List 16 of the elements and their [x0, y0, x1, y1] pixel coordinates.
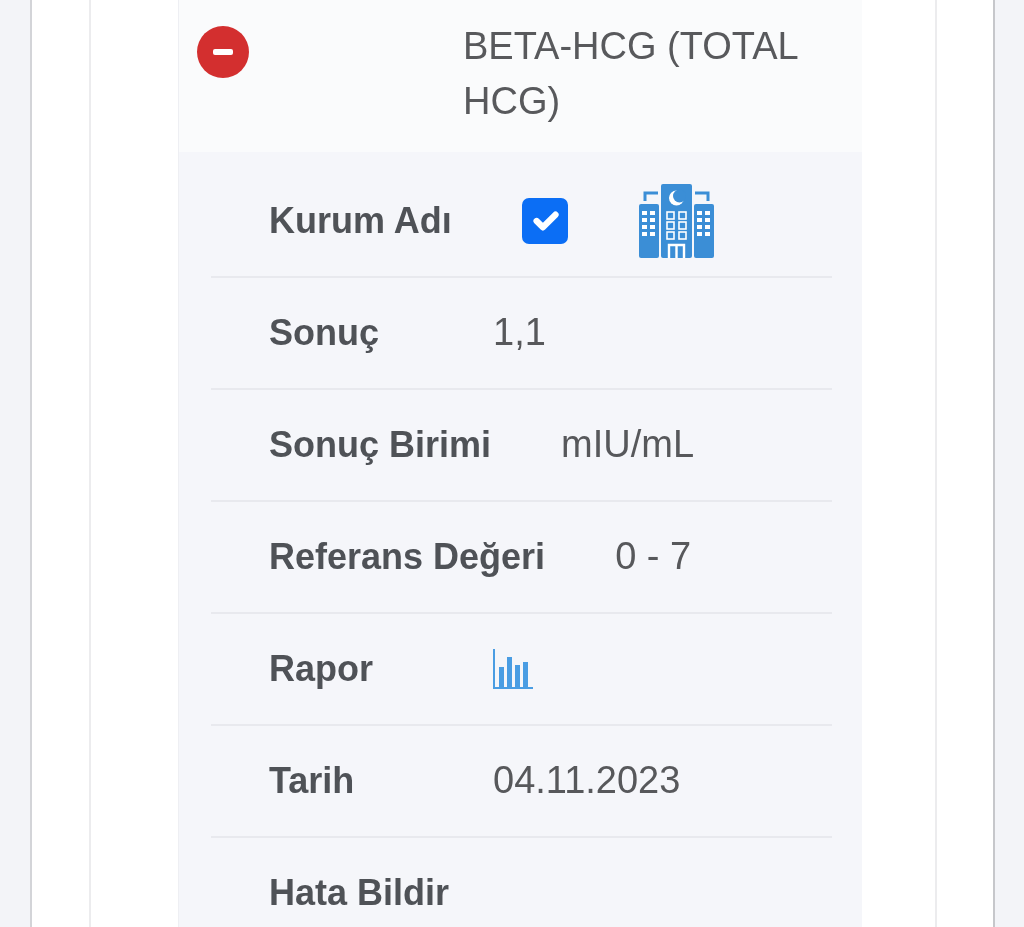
field-label: Sonuç Birimi — [269, 423, 492, 467]
field-value: mIU/mL — [561, 422, 695, 468]
field-label: Referans Değeri — [269, 535, 546, 579]
field-label: Sonuç — [269, 311, 380, 355]
field-label: Hata Bildir — [269, 871, 450, 915]
field-label: Rapor — [269, 647, 374, 691]
field-label: Kurum Adı — [269, 199, 452, 243]
hospital-icon — [637, 184, 715, 258]
test-title: BETA-HCG (TOTAL HCG) — [463, 24, 799, 124]
field-value: 0 - 7 — [615, 534, 692, 580]
field-label: Tarih — [269, 759, 356, 803]
field-value: 04.11.2023 — [493, 758, 681, 804]
bar-chart-icon[interactable] — [493, 649, 533, 689]
checkbox[interactable] — [521, 198, 568, 244]
field-value: 1,1 — [493, 310, 546, 356]
minus-circle-icon[interactable] — [197, 26, 249, 78]
